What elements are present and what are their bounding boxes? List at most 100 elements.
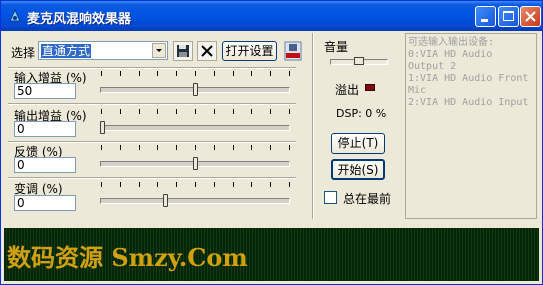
volume-slider-thumb[interactable] xyxy=(354,57,364,65)
slider-tick xyxy=(157,145,158,150)
slider-tick xyxy=(251,145,252,150)
overflow-label: 溢出 xyxy=(335,83,360,97)
input-gain-slider-thumb[interactable] xyxy=(193,83,198,96)
pitch-slider-thumb[interactable] xyxy=(163,194,168,207)
slider-tick xyxy=(214,71,215,76)
slider-tick xyxy=(251,71,252,76)
input-gain-ticks xyxy=(101,71,291,77)
slider-tick xyxy=(120,71,121,76)
preset-value: 直通方式 xyxy=(41,44,92,58)
close-icon xyxy=(525,11,536,22)
slider-tick xyxy=(101,182,102,187)
slider-tick xyxy=(176,182,177,187)
led-display: 数码资源 Smzy.Com xyxy=(4,228,539,281)
slider-tick xyxy=(176,109,177,114)
output-gain-slider-thumb[interactable] xyxy=(100,121,105,134)
output-gain-slider-track[interactable] xyxy=(100,125,290,131)
slider-tick xyxy=(195,145,196,150)
slider-tick xyxy=(195,182,196,187)
device-list[interactable]: 可选输入输出设备: 0:VIA HD Audio Output 2 1:VIA … xyxy=(405,33,537,219)
stop-button[interactable]: 停止(T) xyxy=(331,133,385,154)
preset-dropdown[interactable]: 直通方式 xyxy=(38,41,168,60)
slider-tick xyxy=(195,71,196,76)
slider-tick xyxy=(270,182,271,187)
slider-tick xyxy=(233,109,234,114)
volume-label: 音量 xyxy=(324,40,349,54)
slider-tick xyxy=(139,145,140,150)
client-area: 选择 直通方式 打开设置 输入增益 (%) 50 输出增益 (%) 0 反馈 (… xyxy=(4,31,539,281)
rec-icon[interactable] xyxy=(284,41,302,61)
slider-tick xyxy=(270,145,271,150)
dsp-readout: DSP: 0 % xyxy=(336,107,387,120)
slider-tick xyxy=(120,145,121,150)
floppy-disk-icon xyxy=(177,45,189,57)
slider-tick xyxy=(157,182,158,187)
slider-tick xyxy=(101,109,102,114)
maximize-icon xyxy=(503,11,514,21)
title-bar[interactable]: 麦克风混响效果器 xyxy=(1,1,542,31)
slider-tick xyxy=(233,145,234,150)
delete-x-icon xyxy=(201,45,213,57)
device-list-header: 可选输入输出设备: xyxy=(408,37,495,48)
always-on-top-label: 总在最前 xyxy=(343,192,392,206)
slider-tick xyxy=(270,109,271,114)
feedback-ticks xyxy=(101,145,291,151)
main-window: 麦克风混响效果器 选择 直通方式 打开设置 输入增益 (%) 50 输出增益 (… xyxy=(0,0,543,285)
slider-tick xyxy=(101,145,102,150)
slider-tick xyxy=(101,71,102,76)
list-item[interactable]: 0:VIA HD Audio xyxy=(408,49,534,61)
minimize-button[interactable] xyxy=(475,6,496,27)
slider-tick xyxy=(139,71,140,76)
slider-tick xyxy=(233,182,234,187)
list-item[interactable]: Output 2 xyxy=(408,61,534,73)
slider-tick xyxy=(289,182,290,187)
panel-divider xyxy=(312,33,314,219)
always-on-top-checkbox[interactable] xyxy=(324,191,337,204)
overflow-indicator xyxy=(365,84,375,91)
slider-tick xyxy=(289,145,290,150)
slider-tick xyxy=(120,109,121,114)
delete-button[interactable] xyxy=(197,41,217,61)
divider xyxy=(8,103,296,105)
window-title: 麦克风混响效果器 xyxy=(27,12,132,27)
slider-tick xyxy=(157,71,158,76)
slider-tick xyxy=(251,109,252,114)
slider-tick xyxy=(251,182,252,187)
slider-tick xyxy=(176,71,177,76)
slider-tick xyxy=(289,109,290,114)
slider-tick xyxy=(176,145,177,150)
list-item[interactable]: Mic xyxy=(408,85,534,97)
slider-tick xyxy=(139,182,140,187)
select-label: 选择 xyxy=(11,46,36,60)
pitch-slider-track[interactable] xyxy=(100,198,290,204)
list-item[interactable]: 2:VIA HD Audio Input xyxy=(408,97,534,109)
slider-tick xyxy=(270,71,271,76)
app-icon xyxy=(7,8,23,24)
slider-tick xyxy=(233,71,234,76)
slider-tick xyxy=(195,109,196,114)
save-button[interactable] xyxy=(173,41,193,61)
slider-tick xyxy=(214,109,215,114)
slider-tick xyxy=(139,109,140,114)
list-item[interactable]: 1:VIA HD Audio Front xyxy=(408,73,534,85)
output-gain-ticks xyxy=(101,109,291,115)
start-button[interactable]: 开始(S) xyxy=(331,159,385,180)
feedback-field[interactable]: 0 xyxy=(14,157,76,173)
open-settings-button[interactable]: 打开设置 xyxy=(222,41,277,61)
slider-tick xyxy=(289,71,290,76)
slider-tick xyxy=(120,182,121,187)
minimize-icon xyxy=(481,19,488,22)
pitch-field[interactable]: 0 xyxy=(14,195,76,211)
input-gain-field[interactable]: 50 xyxy=(14,83,76,99)
slider-tick xyxy=(214,145,215,150)
maximize-button[interactable] xyxy=(498,6,519,27)
close-window-button[interactable] xyxy=(520,6,541,27)
slider-tick xyxy=(214,182,215,187)
chevron-down-icon[interactable] xyxy=(152,43,166,58)
output-gain-field[interactable]: 0 xyxy=(14,121,76,137)
led-banner-text: 数码资源 Smzy.Com xyxy=(7,243,248,272)
pitch-ticks xyxy=(101,182,291,188)
feedback-slider-thumb[interactable] xyxy=(193,157,198,170)
divider xyxy=(8,177,296,179)
slider-tick xyxy=(157,109,158,114)
